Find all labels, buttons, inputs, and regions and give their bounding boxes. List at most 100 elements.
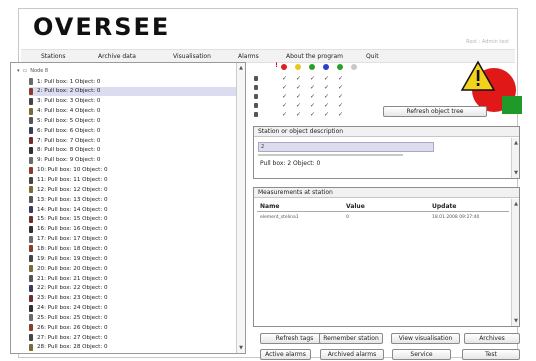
refresh-object-tree-button[interactable]: Refresh object tree — [383, 106, 487, 117]
tree-item-label: 13: Pull box: 13 Object: 0 — [37, 196, 108, 203]
check-icon[interactable]: ✓ — [324, 76, 329, 82]
check-icon[interactable]: ✓ — [324, 85, 329, 91]
pull-box-icon — [29, 334, 33, 342]
tree-item[interactable]: 11: Pull box: 11 Object: 0 — [29, 176, 239, 185]
tree-item[interactable]: 21: Pull box: 21 Object: 0 — [29, 274, 239, 283]
view-visualisation-button[interactable]: View visualisation — [391, 333, 460, 344]
menu-alarms[interactable]: Alarms — [238, 53, 259, 60]
tree-item[interactable]: 9: Pull box: 9 Object: 0 — [29, 156, 239, 165]
check-icon[interactable]: ✓ — [282, 112, 287, 118]
pull-box-icon — [29, 215, 33, 223]
tree-item-label: 26: Pull box: 26 Object: 0 — [37, 324, 108, 331]
expand-icon[interactable]: ▾ — [17, 68, 20, 74]
check-icon[interactable]: ✓ — [310, 103, 315, 109]
tree-item-label: 24: Pull box: 24 Object: 0 — [37, 305, 108, 312]
check-icon[interactable]: ✓ — [282, 85, 287, 91]
tree-item[interactable]: 19: Pull box: 19 Object: 0 — [29, 254, 239, 263]
scroll-up-icon[interactable]: ▲ — [513, 140, 519, 146]
scroll-down-icon[interactable]: ▼ — [238, 345, 244, 351]
tree-item[interactable]: 4: Pull box: 4 Object: 0 — [29, 107, 239, 116]
check-icon[interactable]: ✓ — [296, 103, 301, 109]
active-alarms-button[interactable]: Active alarms — [260, 349, 311, 360]
menu-about[interactable]: About the program — [286, 53, 343, 60]
tree-item[interactable]: 28: Pull box: 28 Object: 0 — [29, 343, 239, 352]
tree-item[interactable]: 15: Pull box: 15 Object: 0 — [29, 215, 239, 224]
folder-icon: ▭ — [22, 67, 28, 74]
tree-item[interactable]: 17: Pull box: 17 Object: 0 — [29, 235, 239, 244]
archived-alarms-button[interactable]: Archived alarms — [320, 349, 384, 360]
check-icon[interactable]: ✓ — [338, 103, 343, 109]
tree-item[interactable]: 26: Pull box: 26 Object: 0 — [29, 323, 239, 332]
tree-item[interactable]: 24: Pull box: 24 Object: 0 — [29, 304, 239, 313]
tree-item[interactable]: 7: Pull box: 7 Object: 0 — [29, 136, 239, 145]
check-icon[interactable]: ✓ — [296, 112, 301, 118]
menu-stations[interactable]: Stations — [41, 53, 65, 60]
remember-station-button[interactable]: Remember station — [319, 333, 383, 344]
check-icon[interactable]: ✓ — [310, 76, 315, 82]
tree-item-label: 6: Pull box: 6 Object: 0 — [37, 127, 101, 134]
tree-item[interactable]: 22: Pull box: 22 Object: 0 — [29, 284, 239, 293]
check-icon[interactable]: ✓ — [296, 85, 301, 91]
row-device-icon — [254, 76, 258, 81]
row-device-icon — [254, 112, 258, 117]
tree-item[interactable]: 3: Pull box: 3 Object: 0 — [29, 97, 239, 106]
tree-item[interactable]: 27: Pull box: 27 Object: 0 — [29, 333, 239, 342]
user-info: Rost : Admin test — [466, 39, 509, 45]
tree-root[interactable]: ▾ ▭ Node 8 — [17, 66, 48, 75]
tree-item[interactable]: 1: Pull box: 1 Object: 0 — [29, 77, 239, 86]
check-icon[interactable]: ✓ — [310, 85, 315, 91]
check-icon[interactable]: ✓ — [338, 76, 343, 82]
check-icon[interactable]: ✓ — [282, 76, 287, 82]
check-icon[interactable]: ✓ — [338, 112, 343, 118]
tree-item[interactable]: 16: Pull box: 16 Object: 0 — [29, 225, 239, 234]
check-icon[interactable]: ✓ — [310, 112, 315, 118]
pull-box-icon — [29, 196, 33, 204]
description-scrollbar[interactable]: ▲ ▼ — [511, 138, 519, 178]
check-icon[interactable]: ✓ — [310, 94, 315, 100]
check-icon[interactable]: ✓ — [338, 94, 343, 100]
check-icon[interactable]: ✓ — [282, 94, 287, 100]
pull-box-icon — [29, 186, 33, 194]
column-header-value[interactable]: Value — [346, 203, 365, 210]
tree-item-label: 18: Pull box: 18 Object: 0 — [37, 245, 108, 252]
scroll-up-icon[interactable]: ▲ — [513, 201, 519, 207]
measurements-scrollbar[interactable]: ▲ ▼ — [511, 199, 519, 326]
tree-item-label: 14: Pull box: 14 Object: 0 — [37, 206, 108, 213]
tree-item[interactable]: 2: Pull box: 2 Object: 0 — [29, 86, 239, 96]
tree-item[interactable]: 13: Pull box: 13 Object: 0 — [29, 195, 239, 204]
check-icon[interactable]: ✓ — [324, 103, 329, 109]
scroll-down-icon[interactable]: ▼ — [513, 318, 519, 324]
archives-button[interactable]: Archives — [464, 333, 520, 344]
menu-quit[interactable]: Quit — [366, 53, 379, 60]
description-field[interactable]: 2 — [258, 142, 434, 152]
menu-visualisation[interactable]: Visualisation — [173, 53, 211, 60]
tree-item[interactable]: 10: Pull box: 10 Object: 0 — [29, 166, 239, 175]
tree-item[interactable]: 20: Pull box: 20 Object: 0 — [29, 264, 239, 273]
check-icon[interactable]: ✓ — [338, 85, 343, 91]
tree-item[interactable]: 25: Pull box: 25 Object: 0 — [29, 313, 239, 322]
app-logo: OVERSEE — [33, 13, 171, 41]
tree-item[interactable]: 5: Pull box: 5 Object: 0 — [29, 116, 239, 125]
check-icon[interactable]: ✓ — [324, 94, 329, 100]
tree-item[interactable]: 14: Pull box: 14 Object: 0 — [29, 205, 239, 214]
column-header-update[interactable]: Update — [432, 203, 456, 210]
scroll-up-icon[interactable]: ▲ — [238, 65, 244, 71]
scroll-down-icon[interactable]: ▼ — [513, 170, 519, 176]
tree-item[interactable]: 12: Pull box: 12 Object: 0 — [29, 185, 239, 194]
check-icon[interactable]: ✓ — [296, 94, 301, 100]
tree-item[interactable]: 6: Pull box: 6 Object: 0 — [29, 126, 239, 135]
check-icon[interactable]: ✓ — [324, 112, 329, 118]
tree-item[interactable]: 18: Pull box: 18 Object: 0 — [29, 244, 239, 253]
test-button[interactable]: Test — [462, 349, 520, 360]
tree-scrollbar[interactable]: ▲ ▼ — [236, 63, 245, 353]
object-tree[interactable]: ▾ ▭ Node 8 1: Pull box: 1 Object: 0 2: Pu… — [10, 62, 246, 354]
check-icon[interactable]: ✓ — [296, 76, 301, 82]
column-header-name[interactable]: Name — [260, 203, 279, 210]
service-button[interactable]: Service — [392, 349, 451, 360]
tree-item[interactable]: 8: Pull box: 8 Object: 0 — [29, 146, 239, 155]
tree-item[interactable]: 23: Pull box: 23 Object: 0 — [29, 294, 239, 303]
check-icon[interactable]: ✓ — [282, 103, 287, 109]
menu-archive-data[interactable]: Archive data — [98, 53, 136, 60]
status-dot-icon — [337, 64, 343, 70]
pull-box-icon — [29, 117, 33, 125]
